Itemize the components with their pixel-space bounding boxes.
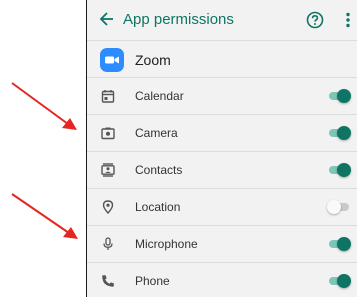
camera-icon	[99, 124, 117, 142]
page-title: App permissions	[123, 11, 234, 28]
camera-toggle[interactable]	[327, 125, 351, 141]
phone-icon	[99, 272, 117, 290]
permission-row-calendar[interactable]: Calendar	[87, 78, 357, 115]
permission-list: Calendar Camera Contacts Location Microp…	[87, 78, 357, 297]
permission-row-microphone[interactable]: Microphone	[87, 226, 357, 263]
permission-label: Calendar	[135, 89, 184, 103]
app-bar: App permissions	[87, 0, 357, 41]
app-header-row: Zoom	[87, 41, 357, 78]
red-arrow-microphone	[11, 193, 78, 239]
permission-label: Phone	[135, 274, 170, 288]
red-arrow-camera	[11, 82, 77, 130]
permission-row-camera[interactable]: Camera	[87, 115, 357, 152]
microphone-icon	[99, 235, 117, 253]
permissions-screen: App permissions Zoom Calendar Camera Con…	[86, 0, 357, 297]
permission-row-location[interactable]: Location	[87, 189, 357, 226]
location-toggle[interactable]	[327, 199, 351, 215]
app-name: Zoom	[135, 52, 171, 68]
permission-row-contacts[interactable]: Contacts	[87, 152, 357, 189]
arrow-back-icon[interactable]	[97, 9, 117, 29]
microphone-toggle[interactable]	[327, 236, 351, 252]
zoom-camera-logo-icon	[100, 48, 124, 72]
more-vert-icon[interactable]	[339, 10, 357, 30]
contacts-toggle[interactable]	[327, 162, 351, 178]
permission-label: Camera	[135, 126, 178, 140]
calendar-icon	[99, 87, 117, 105]
permission-label: Location	[135, 200, 181, 214]
permission-label: Microphone	[135, 237, 198, 251]
permission-label: Contacts	[135, 163, 183, 177]
phone-toggle[interactable]	[327, 273, 351, 289]
calendar-toggle[interactable]	[327, 88, 351, 104]
location-pin-icon	[99, 198, 117, 216]
permission-row-phone[interactable]: Phone	[87, 263, 357, 297]
contacts-icon	[99, 161, 117, 179]
help-circle-icon[interactable]	[305, 10, 325, 30]
